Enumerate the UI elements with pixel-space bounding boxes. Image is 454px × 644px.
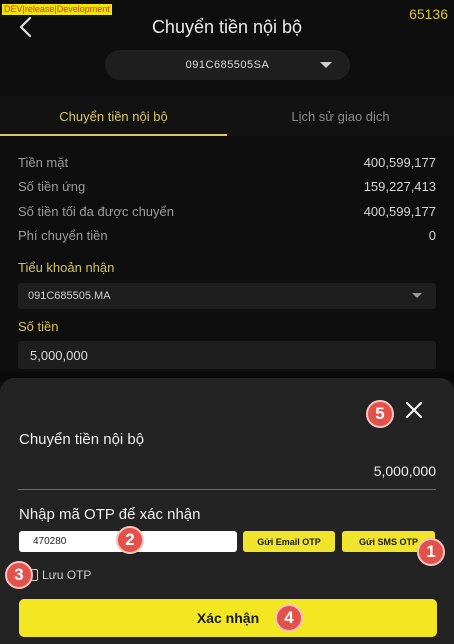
amount-label: Số tiền: [18, 319, 59, 334]
otp-label: Nhập mã OTP để xác nhận: [19, 506, 201, 523]
callout-marker-5: 5: [366, 400, 394, 428]
account-select[interactable]: 091C685505SA: [105, 50, 350, 80]
amount-input[interactable]: 5,000,000: [18, 341, 436, 369]
info-row-max-transfer: Số tiền tối đa được chuyển 400,599,177: [18, 199, 436, 224]
sheet-title: Chuyển tiền nội bộ: [19, 431, 145, 448]
info-label: Tiền mặt: [18, 154, 69, 170]
info-row-cash: Tiền mặt 400,599,177: [18, 150, 436, 175]
callout-marker-4: 4: [275, 604, 303, 632]
receive-account-label: Tiểu khoản nhận: [18, 260, 115, 275]
callout-marker-1: 1: [417, 538, 445, 566]
info-row-fee: Phí chuyển tiền 0: [18, 224, 436, 249]
receive-account-select[interactable]: 091C685505.MA: [18, 283, 436, 309]
tab-transaction-history[interactable]: Lịch sử giao dịch: [227, 96, 454, 136]
info-label: Số tiền ứng: [18, 179, 86, 195]
sheet-amount: 5,000,000: [373, 463, 436, 479]
tab-internal-transfer[interactable]: Chuyển tiền nội bộ: [0, 96, 227, 136]
info-label: Phí chuyển tiền: [18, 228, 108, 244]
caret-down-icon: [412, 293, 422, 298]
info-row-advance: Số tiền ứng 159,227,413: [18, 175, 436, 200]
page-title: Chuyển tiền nội bộ: [151, 17, 303, 37]
info-value: 400,599,177: [363, 203, 436, 219]
send-email-otp-button[interactable]: Gửi Email OTP: [243, 531, 335, 552]
callout-marker-2: 2: [116, 526, 144, 554]
receive-account-value: 091C685505.MA: [28, 290, 111, 302]
callout-marker-3: 3: [5, 561, 33, 589]
save-otp-toggle[interactable]: Lưu OTP: [26, 568, 91, 582]
transfer-screen: DEV|release|Development 65136 Chuyển tiề…: [0, 0, 454, 644]
divider: [18, 489, 436, 490]
info-value: 159,227,413: [363, 179, 436, 195]
confirm-button[interactable]: Xác nhận: [19, 599, 437, 637]
info-value: 400,599,177: [363, 154, 436, 170]
close-icon: [405, 401, 423, 419]
tab-bar: Chuyển tiền nội bộ Lịch sử giao dịch: [0, 96, 454, 136]
caret-down-icon: [320, 62, 332, 68]
info-value: 0: [428, 228, 436, 244]
account-select-value: 091C685505SA: [185, 59, 270, 71]
save-otp-label: Lưu OTP: [42, 568, 92, 582]
close-button[interactable]: [404, 400, 424, 420]
info-label: Số tiền tối đa được chuyển: [18, 203, 174, 219]
balance-info: Tiền mặt 400,599,177 Số tiền ứng 159,227…: [18, 150, 436, 248]
